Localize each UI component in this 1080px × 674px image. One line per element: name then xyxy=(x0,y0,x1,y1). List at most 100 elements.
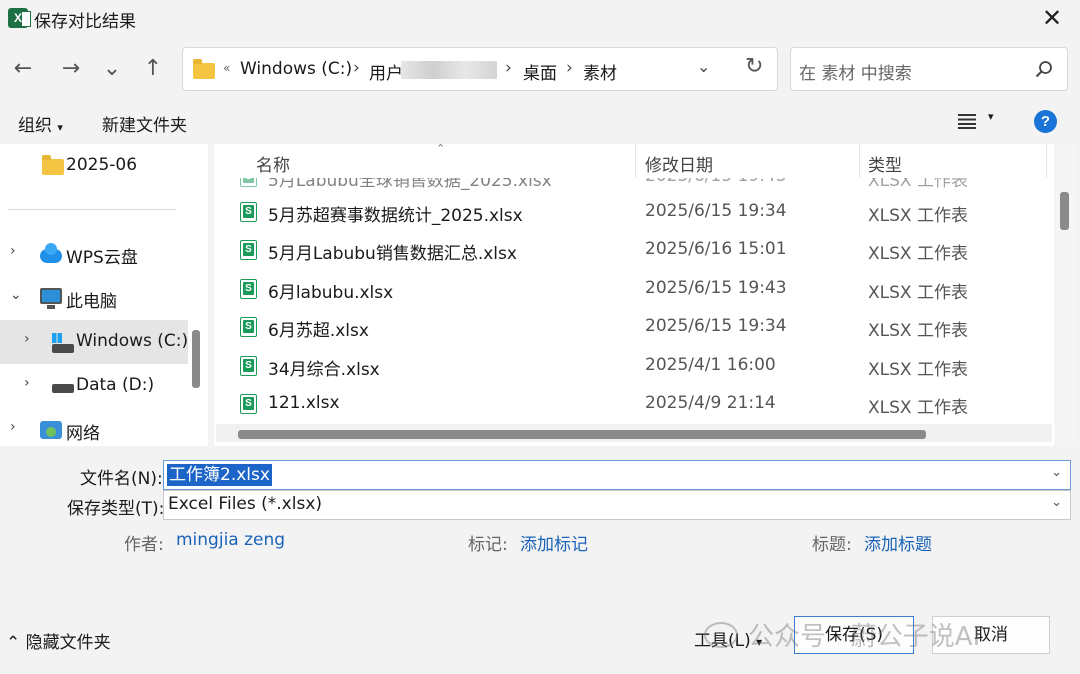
sidebar-item-data-d[interactable]: › Data (D:) xyxy=(0,364,188,408)
windows-drive-icon xyxy=(52,333,74,353)
help-button[interactable]: ? xyxy=(1034,110,1057,133)
title-label: 标题: xyxy=(812,535,852,555)
filetype-value: Excel Files (*.xlsx) xyxy=(168,494,323,514)
breadcrumb-separator[interactable]: › xyxy=(505,58,512,78)
sidebar-item-windows-c[interactable]: › Windows (C:) xyxy=(0,320,188,364)
drive-icon xyxy=(52,384,74,393)
forward-icon[interactable]: → xyxy=(56,54,86,84)
sidebar-item-label: 网络 xyxy=(66,424,100,444)
navigation-pane: 2025-06 › WPS云盘 ⌄ 此电脑 › Windows (C:) › D… xyxy=(0,144,208,446)
new-folder-button[interactable]: 新建文件夹 xyxy=(102,111,187,136)
file-date: 2025/6/15 19:34 xyxy=(645,201,787,221)
computer-icon xyxy=(40,288,62,309)
breadcrumb-drive[interactable]: Windows (C:) xyxy=(240,59,352,79)
author-field[interactable]: mingjia zeng xyxy=(176,530,285,550)
column-divider[interactable] xyxy=(1046,144,1047,178)
search-icon[interactable] xyxy=(1035,60,1053,78)
breadcrumb-material[interactable]: 素材 xyxy=(583,59,617,84)
file-row[interactable]: 34月综合.xlsx 2025/4/1 16:00 XLSX 工作表 xyxy=(230,347,1050,385)
sidebar-scrollbar[interactable] xyxy=(192,330,200,388)
tags-field[interactable]: 添加标记 xyxy=(520,530,588,555)
watermark-logo-icon xyxy=(704,622,738,648)
column-divider[interactable] xyxy=(859,144,860,178)
file-date: 2025/4/1 16:00 xyxy=(645,355,776,375)
excel-app-icon: X xyxy=(8,8,31,28)
chevron-down-icon[interactable]: ⌄ xyxy=(1051,495,1062,510)
file-row[interactable]: 5月月Labubu销售数据汇总.xlsx 2025/6/16 15:01 XLS… xyxy=(230,231,1050,269)
address-bar[interactable]: « Windows (C:) › 用户 › 桌面 › 素材 ⌄ ↻ xyxy=(182,47,778,91)
title-bar: X 保存对比结果 ✕ xyxy=(0,0,1080,38)
address-history-chevron-icon[interactable]: ⌄ xyxy=(697,57,710,76)
column-header-date[interactable]: 修改日期 xyxy=(645,151,713,176)
folder-icon xyxy=(42,155,64,175)
chevron-down-icon[interactable]: ⌄ xyxy=(1051,465,1062,480)
sidebar-item-label: 2025-06 xyxy=(66,155,138,175)
file-row[interactable]: 5月苏超赛事数据统计_2025.xlsx 2025/6/15 19:34 XLS… xyxy=(230,193,1050,231)
back-icon[interactable]: ← xyxy=(8,54,38,84)
column-header-name[interactable]: 名称 xyxy=(256,151,290,176)
search-input[interactable]: 在 素材 中搜索 xyxy=(799,59,912,84)
chevron-right-icon[interactable]: › xyxy=(24,331,30,347)
sidebar-item-2025-06[interactable]: 2025-06 xyxy=(0,144,188,188)
up-folder-icon[interactable]: ↑ xyxy=(138,54,168,84)
breadcrumb-separator[interactable]: › xyxy=(353,58,360,78)
file-row[interactable]: 6月苏超.xlsx 2025/6/15 19:34 XLSX 工作表 xyxy=(230,308,1050,346)
breadcrumb-separator[interactable]: › xyxy=(566,58,573,78)
xlsx-file-icon xyxy=(240,356,257,376)
dialog-footer: ⌃ 隐藏文件夹 工具(L) ▾ 保存(S) 取消 公众号 · 蔚公子说AI xyxy=(0,582,1080,674)
watermark-text: 公众号 · 蔚公子说AI xyxy=(748,622,981,652)
search-box[interactable]: 在 素材 中搜索 xyxy=(790,47,1068,91)
chevron-right-icon[interactable]: › xyxy=(24,375,30,391)
file-date: 2025/6/15 19:43 xyxy=(645,278,787,298)
filename-input[interactable]: 工作簿2.xlsx xyxy=(167,464,272,486)
filename-label: 文件名(N): xyxy=(80,469,163,489)
file-name: 5月苏超赛事数据统计_2025.xlsx xyxy=(268,206,523,226)
sidebar-item-this-pc[interactable]: ⌄ 此电脑 xyxy=(0,276,188,320)
xlsx-file-icon xyxy=(240,202,257,222)
file-type: XLSX 工作表 xyxy=(868,244,968,264)
hide-folders-toggle[interactable]: ⌃ 隐藏文件夹 xyxy=(6,628,111,653)
filename-field[interactable]: 工作簿2.xlsx ⌄ xyxy=(163,460,1071,490)
file-name: 6月苏超.xlsx xyxy=(268,321,369,341)
file-type: XLSX 工作表 xyxy=(868,206,968,226)
chevron-right-icon[interactable]: › xyxy=(10,419,16,435)
xlsx-file-icon xyxy=(240,317,257,337)
xlsx-file-icon xyxy=(240,240,257,260)
horizontal-scrollbar[interactable] xyxy=(216,424,1052,442)
file-row[interactable]: 6月labubu.xlsx 2025/6/15 19:43 XLSX 工作表 xyxy=(230,270,1050,308)
recent-locations-icon[interactable]: ⌄ xyxy=(97,54,127,84)
sidebar-item-wps-cloud[interactable]: › WPS云盘 xyxy=(0,232,188,276)
organize-label: 组织 xyxy=(18,116,52,136)
filetype-select[interactable]: Excel Files (*.xlsx) ⌄ xyxy=(163,490,1071,520)
sidebar-item-label: Data (D:) xyxy=(76,375,155,395)
sidebar-item-label: 此电脑 xyxy=(66,292,117,312)
refresh-icon[interactable]: ↻ xyxy=(745,54,763,79)
window-title: 保存对比结果 xyxy=(34,12,136,32)
vertical-scroll-thumb[interactable] xyxy=(1060,192,1069,230)
horizontal-scroll-thumb[interactable] xyxy=(238,430,926,439)
column-divider[interactable] xyxy=(635,144,636,178)
chevron-right-icon[interactable]: › xyxy=(10,243,16,259)
file-type: XLSX 工作表 xyxy=(868,321,968,341)
sidebar-divider xyxy=(8,209,176,210)
sidebar-item-network[interactable]: › 网络 xyxy=(0,408,188,446)
breadcrumb-overflow[interactable]: « xyxy=(223,61,230,75)
navigation-bar: ← → ⌄ ↑ « Windows (C:) › 用户 › 桌面 › 素材 ⌄ … xyxy=(0,38,1080,100)
close-button[interactable]: ✕ xyxy=(1038,4,1066,32)
file-type: XLSX 工作表 xyxy=(868,398,968,418)
file-name: 6月labubu.xlsx xyxy=(268,283,394,303)
organize-menu[interactable]: 组织 ▾ xyxy=(18,111,63,136)
file-date: 2025/6/15 19:34 xyxy=(645,316,787,336)
breadcrumb-users[interactable]: 用户 xyxy=(369,59,403,84)
file-row[interactable]: 121.xlsx 2025/4/9 21:14 XLSX 工作表 xyxy=(230,385,1050,423)
file-name: 5月月Labubu销售数据汇总.xlsx xyxy=(268,244,517,264)
chevron-down-icon[interactable]: ⌄ xyxy=(10,287,22,303)
view-options-icon[interactable] xyxy=(958,113,976,129)
breadcrumb-desktop[interactable]: 桌面 xyxy=(523,59,557,84)
title-field[interactable]: 添加标题 xyxy=(864,530,932,555)
column-header-type[interactable]: 类型 xyxy=(868,151,902,176)
view-options-chevron-icon[interactable]: ▾ xyxy=(988,110,994,123)
command-toolbar: 组织 ▾ 新建文件夹 ▾ ? xyxy=(0,100,1080,144)
vertical-scrollbar[interactable] xyxy=(1054,144,1074,446)
folder-icon xyxy=(193,59,215,79)
